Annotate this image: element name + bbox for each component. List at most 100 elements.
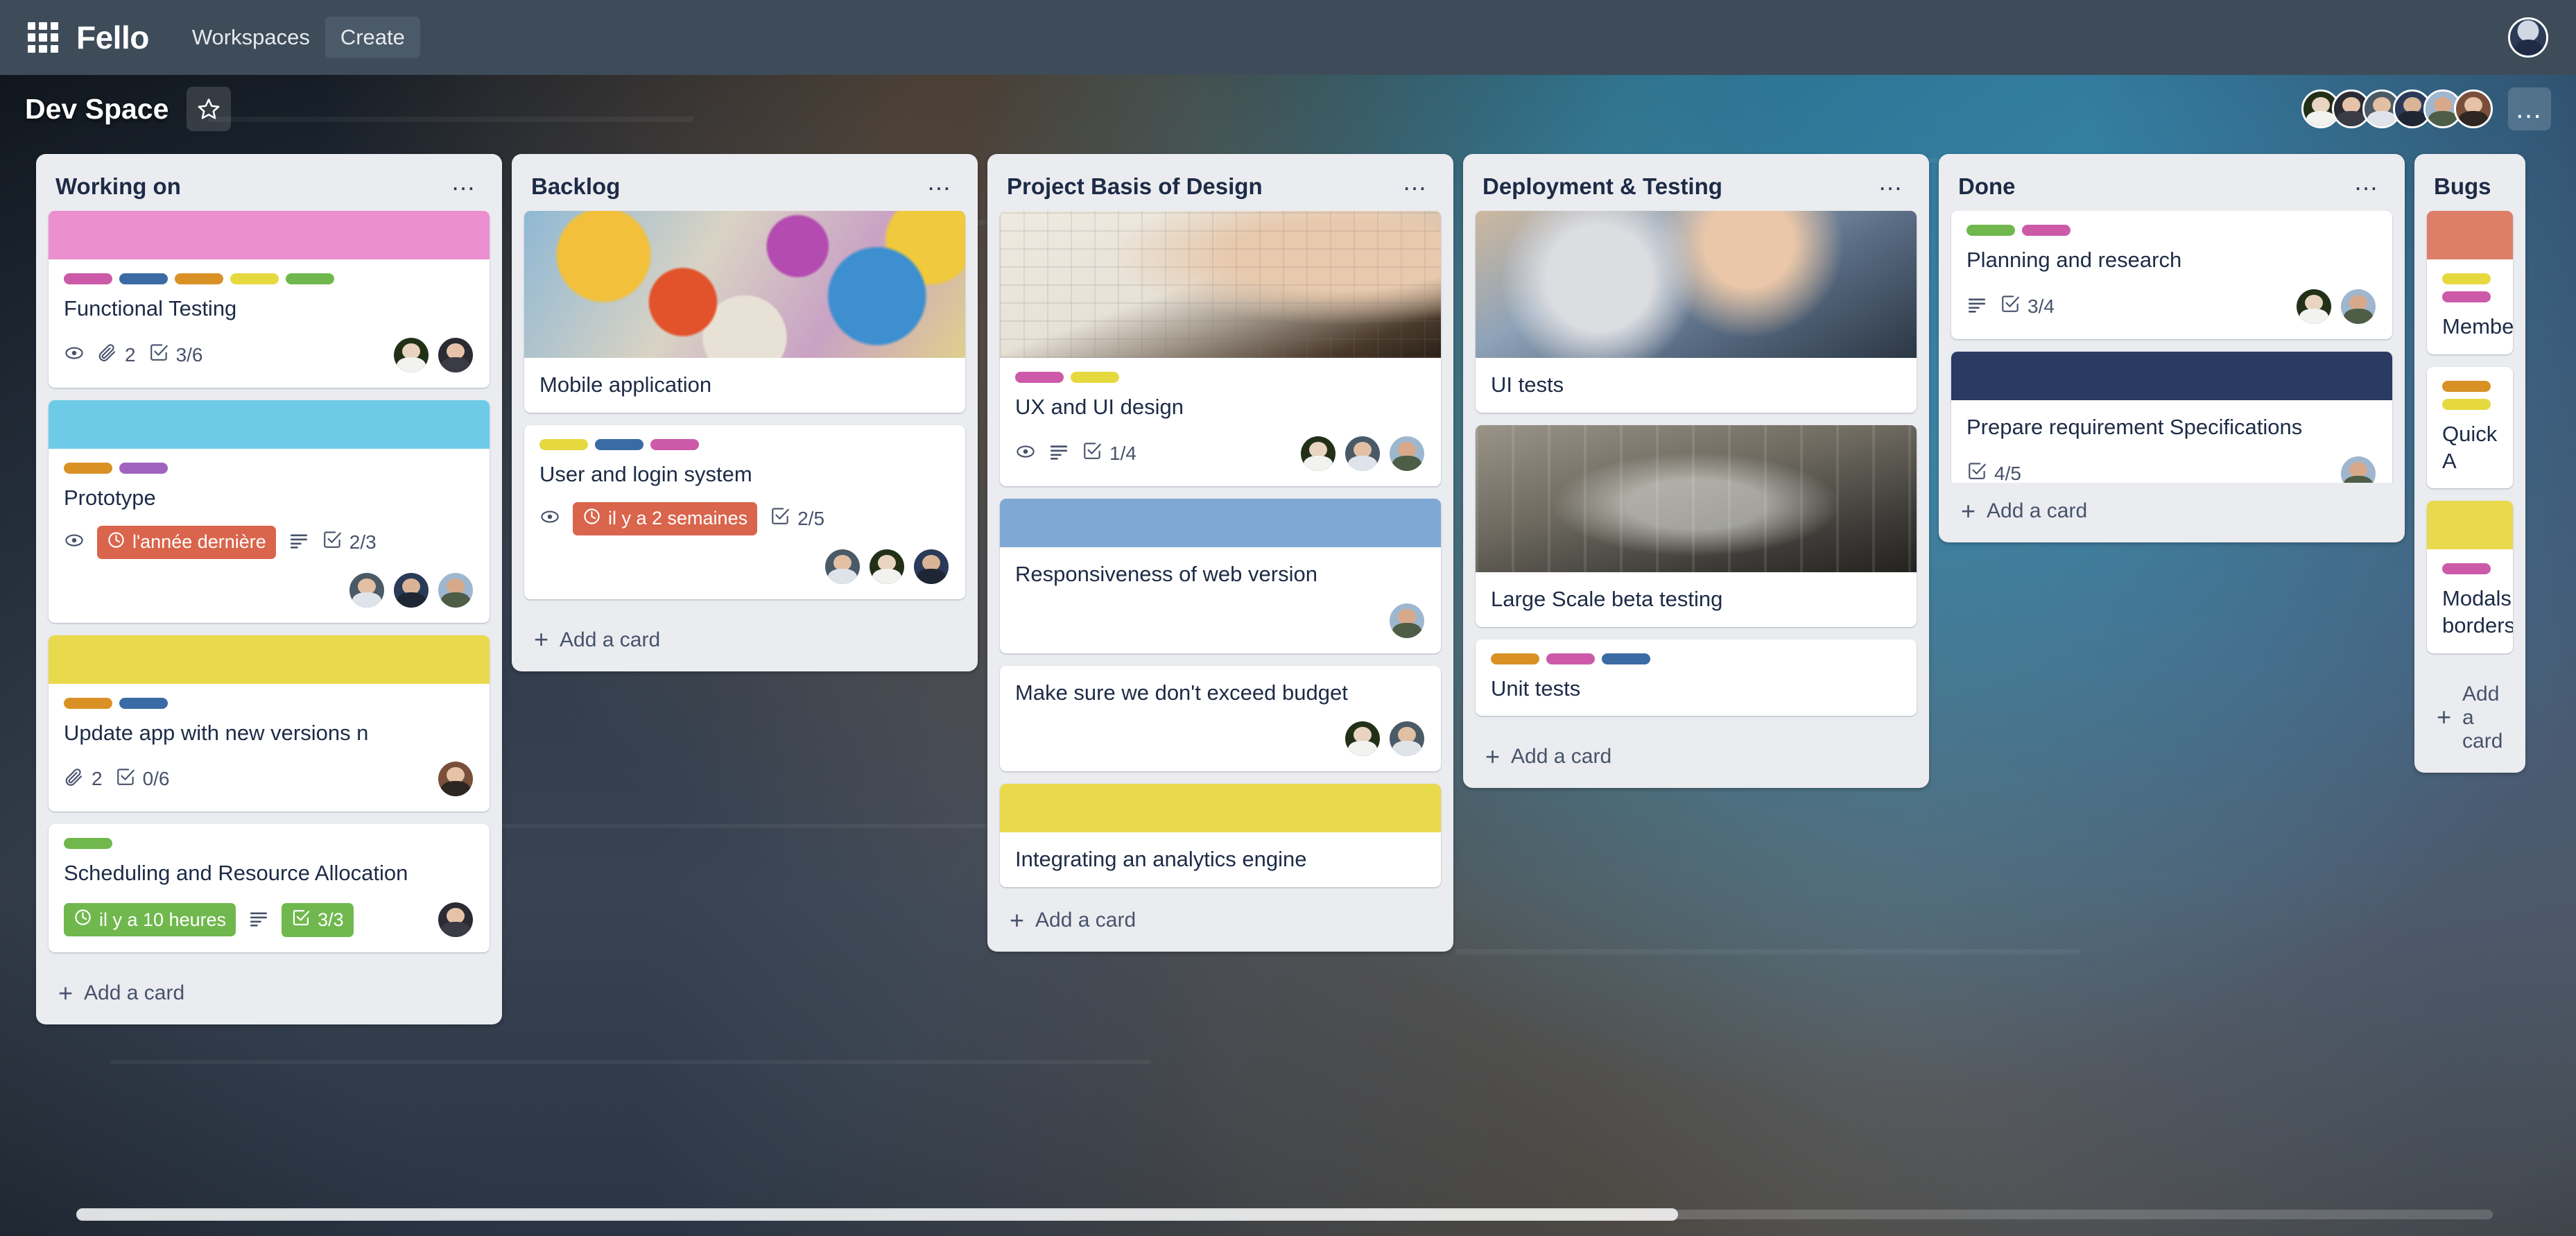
card[interactable]: Prototype l'année dernière 2/3 [49,400,490,623]
card[interactable]: Responsiveness of web version [1000,498,1441,653]
card-label[interactable] [2442,398,2491,410]
star-icon[interactable] [187,87,232,131]
avatar[interactable] [2340,287,2377,325]
avatar[interactable] [392,571,430,609]
card-due-date-badge[interactable]: l'année dernière [97,525,276,559]
list-project-basis-of-design[interactable]: Project Basis of Design… UX and UI design… [987,154,1453,952]
avatar[interactable] [437,336,474,374]
add-card-button[interactable]: + Add a card [519,612,971,671]
add-card-button[interactable]: + Add a card [2421,666,2518,773]
list-working-on[interactable]: Working on… Functional Testing 2 3/6 Prototy… [36,154,502,1024]
card[interactable]: Large Scale beta testing [1476,424,1917,627]
card-label[interactable] [650,438,699,450]
card[interactable]: Scheduling and Resource Allocation il y a… [49,824,490,952]
ellipsis-icon[interactable]: … [1398,169,1434,196]
ellipsis-icon[interactable]: … [922,169,958,196]
card-label[interactable] [1966,225,2015,236]
card-label[interactable] [119,697,168,709]
list-title[interactable]: Done [1958,173,2349,200]
avatar[interactable] [392,336,430,374]
card-label[interactable] [286,273,334,284]
list-backlog[interactable]: Backlog… Mobile application User and login… [512,154,978,671]
card[interactable]: Modals borders [2427,501,2513,653]
avatar[interactable] [1388,434,1426,472]
card-label[interactable] [1071,372,1119,383]
card[interactable]: Prepare requirement Specifications 4/5 [1951,351,2392,483]
add-card-button[interactable]: + Add a card [1470,728,1922,788]
card-label[interactable] [230,273,279,284]
list-title[interactable]: Working on [55,173,447,200]
list-title[interactable]: Backlog [531,173,922,200]
card-label[interactable] [595,438,643,450]
avatar[interactable] [2295,287,2333,325]
card-label[interactable] [1602,653,1650,664]
card[interactable]: Integrating an analytics engine [1000,784,1441,887]
card-label[interactable] [175,273,223,284]
card[interactable]: UX and UI design 1/4 [1000,211,1441,486]
avatar[interactable] [348,571,386,609]
ellipsis-icon[interactable]: … [447,169,483,196]
avatar[interactable] [824,547,861,585]
card[interactable]: Quick A [2427,366,2513,489]
ellipsis-icon[interactable]: … [2349,169,2385,196]
avatar[interactable] [913,547,950,585]
list-title[interactable]: Project Basis of Design [1007,173,1398,200]
board-lists-container[interactable]: Working on… Functional Testing 2 3/6 Prototy… [0,154,2576,1187]
avatar[interactable] [437,760,474,798]
card[interactable]: Functional Testing 2 3/6 [49,211,490,388]
card-label[interactable] [1546,653,1595,664]
board-horizontal-scrollbar[interactable] [0,1205,2576,1224]
apps-grid-icon[interactable] [28,22,58,53]
card-label[interactable] [64,273,112,284]
avatar[interactable] [1388,720,1426,758]
ellipsis-icon[interactable]: … [1874,169,1910,196]
card-label[interactable] [119,462,168,474]
scrollbar-thumb[interactable] [76,1208,1678,1221]
nav-link-create[interactable]: Create [325,17,420,58]
avatar[interactable] [437,571,474,609]
list-title[interactable]: Bugs [2434,173,2506,200]
card-due-date-badge[interactable]: il y a 2 semaines [573,501,758,535]
card-label[interactable] [2442,380,2491,392]
avatar[interactable] [2340,454,2377,483]
card[interactable]: User and login system il y a 2 semaines 2/… [524,424,965,599]
add-card-button[interactable]: + Add a card [43,965,495,1024]
board-member-avatars[interactable] [2301,89,2493,128]
card[interactable]: UI tests [1476,211,1917,413]
card-label[interactable] [2442,273,2491,284]
card-label[interactable] [64,838,112,850]
avatar[interactable] [2454,89,2493,128]
list-bugs[interactable]: Bugs Members Quick A Modals borders + Add a c… [2414,154,2525,773]
card-label[interactable] [1015,372,1064,383]
card-label[interactable] [1491,653,1539,664]
card[interactable]: Unit tests [1476,639,1917,716]
list-title[interactable]: Deployment & Testing [1483,173,1874,200]
list-done[interactable]: Done… Planning and research 3/4 Prepare req… [1939,154,2405,542]
add-card-button[interactable]: + Add a card [1946,483,2398,542]
card[interactable]: Update app with new versions n 2 0/6 [49,635,490,812]
card-label[interactable] [64,462,112,474]
card[interactable]: Make sure we don't exceed budget [1000,665,1441,772]
card[interactable]: Mobile application [524,211,965,413]
card-label[interactable] [539,438,588,450]
nav-link-workspaces[interactable]: Workspaces [177,17,325,58]
card[interactable]: Planning and research 3/4 [1951,211,2392,339]
add-card-button[interactable]: + Add a card [994,892,1446,952]
app-logo[interactable]: Fello [76,19,149,56]
avatar[interactable] [1299,434,1337,472]
card-due-date-badge[interactable]: il y a 10 heures [64,903,236,936]
avatar[interactable] [437,901,474,938]
avatar[interactable] [1344,720,1381,758]
card[interactable]: Members [2427,211,2513,354]
card-label[interactable] [2022,225,2071,236]
avatar[interactable] [868,547,906,585]
card-label[interactable] [64,697,112,709]
list-deployment-testing[interactable]: Deployment & Testing… UI tests Large Scale… [1463,154,1929,789]
card-label[interactable] [2442,563,2491,575]
card-label[interactable] [119,273,168,284]
account-avatar[interactable] [2508,17,2548,58]
avatar[interactable] [1344,434,1381,472]
card-label[interactable] [2442,291,2491,302]
board-menu-button[interactable]: … [2508,87,2551,130]
avatar[interactable] [1388,601,1426,640]
